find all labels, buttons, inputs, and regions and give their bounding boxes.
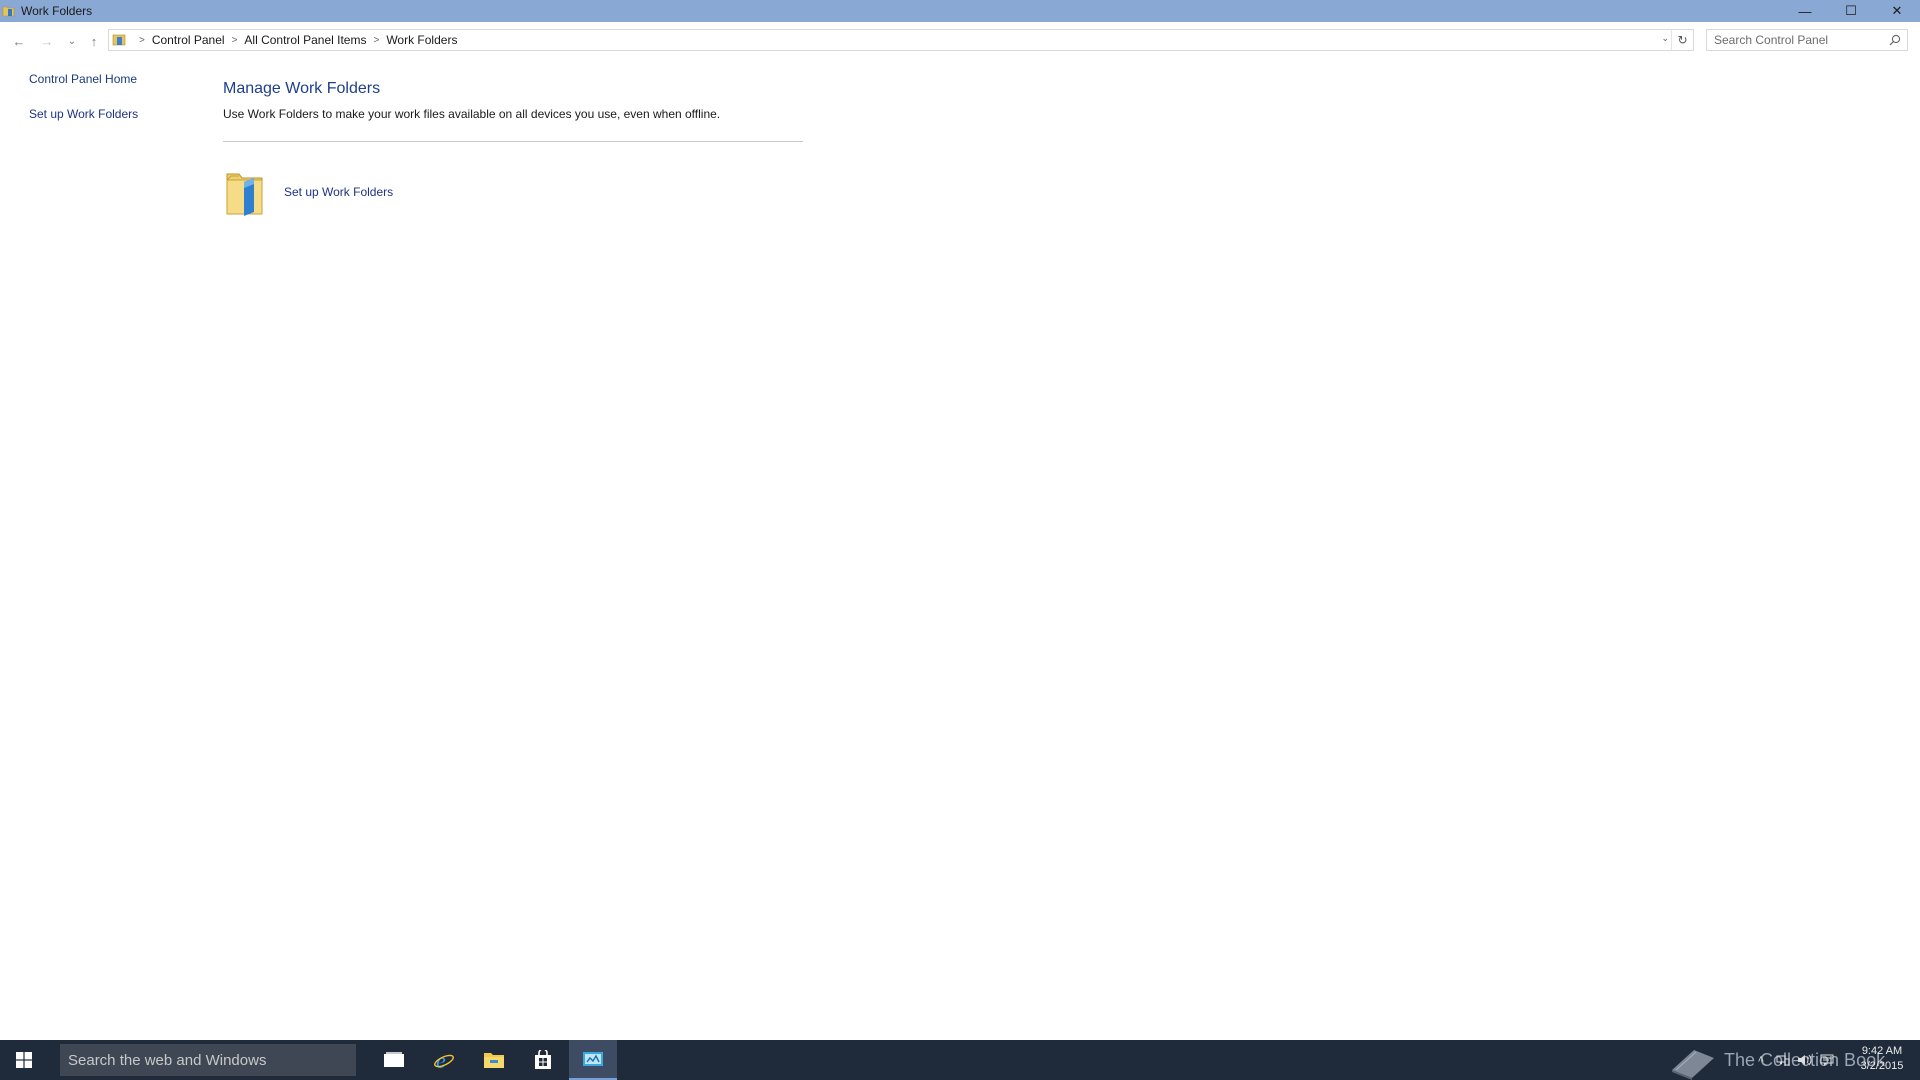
breadcrumb-control-panel[interactable]: Control Panel bbox=[152, 33, 225, 47]
search-box[interactable] bbox=[1706, 29, 1908, 51]
network-icon[interactable] bbox=[1772, 1040, 1794, 1080]
system-tray: ˄ bbox=[1750, 1040, 1838, 1080]
sidebar-item-control-panel-home[interactable]: Control Panel Home bbox=[29, 72, 138, 86]
refresh-icon[interactable]: ↻ bbox=[1671, 30, 1693, 50]
book-logo-icon bbox=[1672, 1050, 1714, 1080]
navigation-bar: ← → ⌄ ↑ > Control Panel > All Control Pa… bbox=[0, 22, 1920, 58]
task-view-icon[interactable] bbox=[370, 1040, 418, 1080]
action-center-icon[interactable] bbox=[1816, 1040, 1838, 1080]
taskbar-search-input[interactable] bbox=[60, 1045, 356, 1075]
sidebar-item-set-up-work-folders[interactable]: Set up Work Folders bbox=[29, 107, 138, 121]
address-dropdown-chevron-icon[interactable]: ⌄ bbox=[1661, 33, 1669, 44]
setup-task[interactable]: Set up Work Folders bbox=[224, 166, 393, 218]
recent-locations-chevron-icon[interactable]: ⌄ bbox=[63, 32, 81, 50]
left-navigation: Control Panel Home Set up Work Folders bbox=[29, 72, 138, 121]
internet-explorer-icon[interactable]: e bbox=[420, 1040, 468, 1080]
control-panel-icon bbox=[112, 33, 128, 47]
set-up-work-folders-link[interactable]: Set up Work Folders bbox=[284, 185, 393, 199]
page-title: Manage Work Folders bbox=[223, 80, 381, 97]
page-description: Use Work Folders to make your work files… bbox=[223, 107, 721, 121]
start-button[interactable] bbox=[0, 1040, 48, 1080]
store-icon[interactable] bbox=[519, 1040, 567, 1080]
clock-time: 9:42 AM bbox=[1861, 1045, 1903, 1057]
address-bar[interactable]: > Control Panel > All Control Panel Item… bbox=[108, 29, 1694, 51]
work-folders-app-icon bbox=[2, 4, 16, 18]
taskbar: e The Collection Book ˄ 9:42 AM 3/2/2015 bbox=[0, 1040, 1920, 1080]
breadcrumb-separator-icon[interactable]: > bbox=[232, 35, 238, 46]
up-arrow-icon[interactable]: ↑ bbox=[85, 32, 103, 50]
minimize-button[interactable]: — bbox=[1782, 0, 1828, 22]
maximize-button[interactable]: ☐ bbox=[1828, 0, 1874, 22]
taskbar-search-box[interactable] bbox=[60, 1044, 356, 1076]
search-input[interactable] bbox=[1707, 30, 1882, 50]
clock-date: 3/2/2015 bbox=[1860, 1060, 1904, 1072]
window-title: Work Folders bbox=[21, 4, 93, 18]
breadcrumb-separator-icon[interactable]: > bbox=[373, 35, 379, 46]
file-explorer-icon[interactable] bbox=[470, 1040, 518, 1080]
work-folders-icon[interactable] bbox=[224, 166, 268, 218]
control-panel-taskbar-icon[interactable] bbox=[569, 1040, 617, 1080]
clock[interactable]: 9:42 AM 3/2/2015 bbox=[1852, 1044, 1912, 1074]
back-arrow-icon[interactable]: ← bbox=[10, 32, 28, 50]
show-hidden-icons-chevron-icon[interactable]: ˄ bbox=[1750, 1040, 1772, 1080]
close-button[interactable]: ✕ bbox=[1874, 0, 1920, 22]
divider bbox=[223, 141, 803, 142]
title-bar[interactable]: Work Folders — ☐ ✕ bbox=[0, 0, 1920, 22]
breadcrumb-separator-icon[interactable]: > bbox=[139, 35, 145, 46]
search-icon[interactable] bbox=[1889, 34, 1901, 46]
breadcrumb-all-control-panel-items[interactable]: All Control Panel Items bbox=[244, 33, 366, 47]
main-content: Manage Work Folders Use Work Folders to … bbox=[223, 80, 803, 216]
windows-logo-icon bbox=[16, 1052, 32, 1068]
forward-arrow-icon[interactable]: → bbox=[38, 32, 56, 50]
volume-icon[interactable] bbox=[1794, 1040, 1816, 1080]
breadcrumb-work-folders[interactable]: Work Folders bbox=[386, 33, 457, 47]
